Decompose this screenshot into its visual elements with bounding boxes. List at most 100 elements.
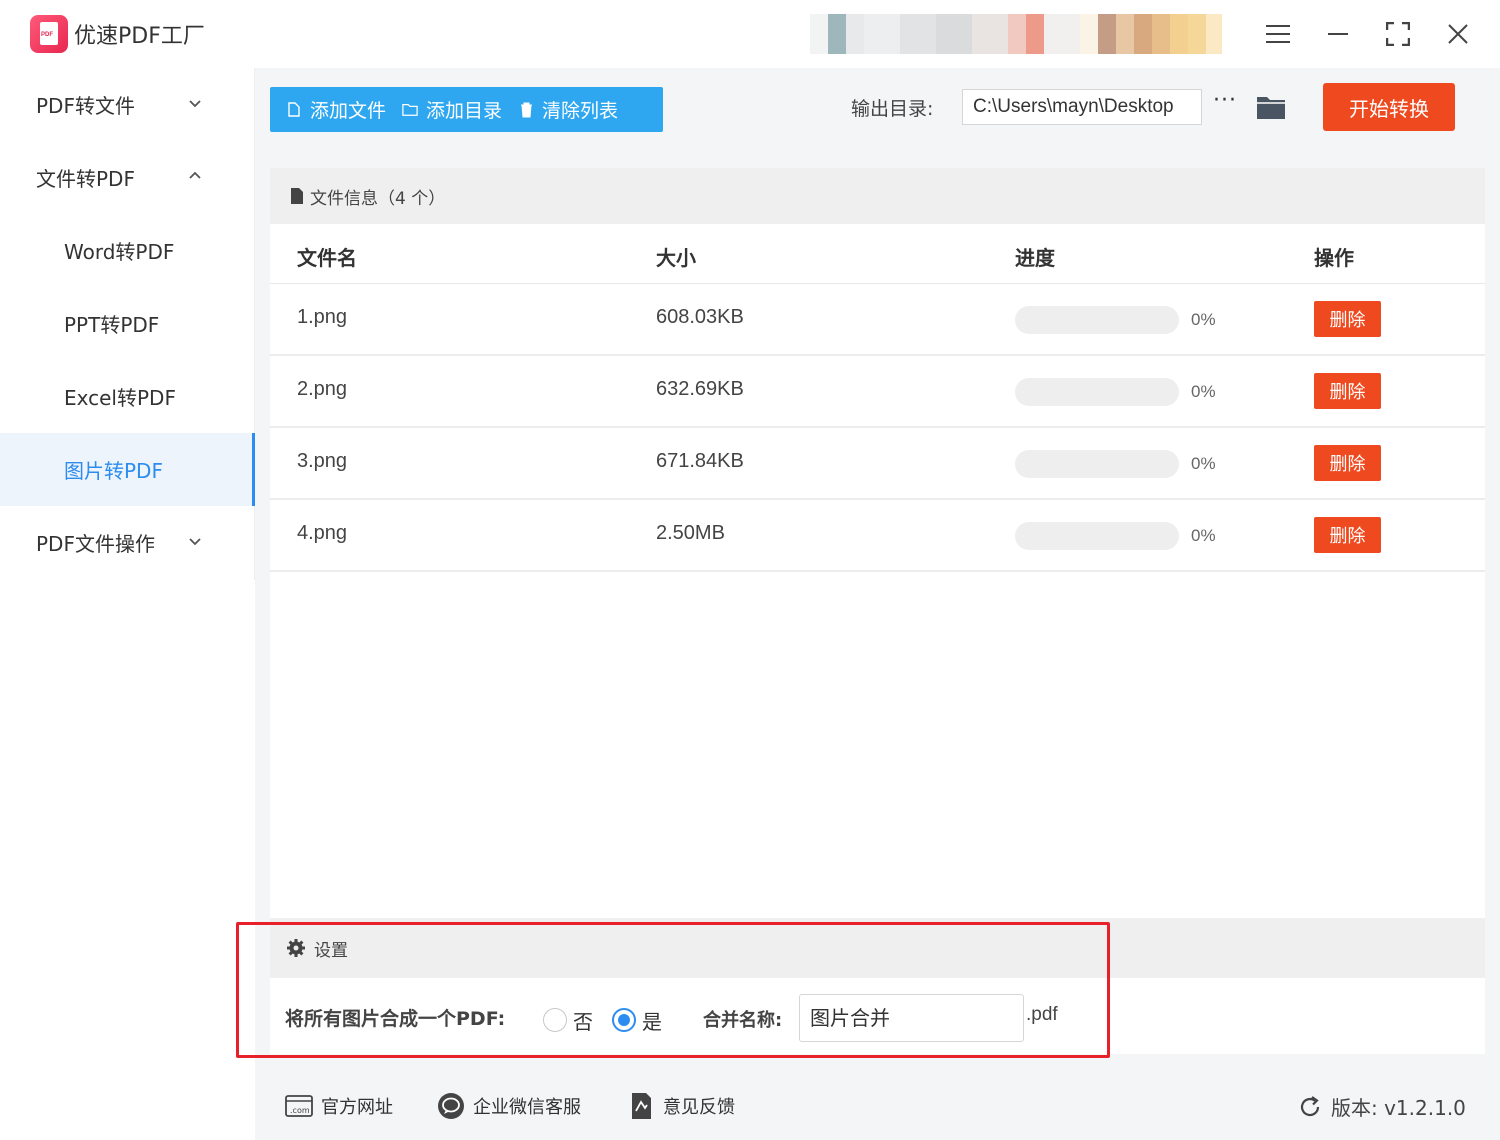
settings-panel: 设置 将所有图片合成一个PDF: 否 是 合并名称: 图片合并 .pdf bbox=[270, 918, 1485, 1054]
file-size: 671.84KB bbox=[656, 450, 744, 472]
folder-icon[interactable] bbox=[1256, 94, 1286, 120]
version-info[interactable]: 版本: v1.2.1.0 bbox=[1297, 1092, 1466, 1121]
sidebar-item-file-to-pdf[interactable]: 文件转PDF bbox=[0, 141, 255, 214]
wechat-support-link[interactable]: 企业微信客服 bbox=[437, 1092, 581, 1120]
progress-bar bbox=[1015, 450, 1179, 478]
footer: .com 官方网址 企业微信客服 意见反馈 版本: v1.2.1.0 bbox=[255, 1070, 1500, 1140]
document-icon bbox=[291, 188, 303, 204]
clear-list-button[interactable]: 清除列表 bbox=[502, 87, 618, 132]
more-options-button[interactable]: ··· bbox=[1213, 88, 1237, 113]
blurred-user-info bbox=[810, 14, 1245, 54]
add-file-button[interactable]: 添加文件 bbox=[270, 87, 386, 132]
merge-yes-radio[interactable] bbox=[612, 1008, 636, 1032]
merge-name-input[interactable]: 图片合并 bbox=[799, 994, 1024, 1042]
close-icon[interactable] bbox=[1438, 14, 1478, 54]
sidebar-item-label: 文件转PDF bbox=[36, 167, 135, 191]
output-dir-input[interactable]: C:\Users\mayn\Desktop bbox=[962, 89, 1202, 125]
sidebar-item-label: Word转PDF bbox=[64, 240, 175, 264]
file-icon bbox=[286, 102, 302, 118]
progress-bar bbox=[1015, 522, 1179, 550]
website-icon: .com bbox=[285, 1092, 313, 1120]
svg-text:.com: .com bbox=[290, 1106, 310, 1115]
chevron-up-icon bbox=[189, 171, 201, 179]
wechat-label: 企业微信客服 bbox=[473, 1097, 581, 1118]
file-info-header: 文件信息（4 个） bbox=[270, 168, 1485, 224]
sidebar-item-ppt-to-pdf[interactable]: PPT转PDF bbox=[0, 287, 255, 360]
sidebar-item-label: PDF文件操作 bbox=[36, 532, 155, 556]
progress-text: 0% bbox=[1191, 382, 1216, 401]
file-name: 1.png bbox=[297, 306, 348, 328]
app-logo-icon: PDF bbox=[30, 15, 68, 53]
chevron-down-icon bbox=[189, 100, 201, 108]
sidebar-item-label: Excel转PDF bbox=[64, 386, 176, 410]
folder-outline-icon bbox=[402, 102, 418, 118]
settings-header: 设置 bbox=[270, 918, 1485, 978]
sidebar: PDF转文件 文件转PDF Word转PDF PPT转PDF Excel转PDF… bbox=[0, 68, 255, 580]
table-row: 4.png 2.50MB 0% 删除 bbox=[270, 500, 1485, 572]
start-convert-button[interactable]: 开始转换 bbox=[1323, 83, 1455, 131]
table-row: 1.png 608.03KB 0% 删除 bbox=[270, 284, 1485, 356]
file-name: 3.png bbox=[297, 450, 348, 472]
website-link[interactable]: .com 官方网址 bbox=[285, 1092, 393, 1120]
table-row: 2.png 632.69KB 0% 删除 bbox=[270, 356, 1485, 428]
feedback-label: 意见反馈 bbox=[663, 1097, 735, 1118]
merge-yes-label[interactable]: 是 bbox=[642, 1006, 662, 1035]
gear-icon bbox=[287, 939, 305, 957]
delete-button[interactable]: 删除 bbox=[1314, 373, 1381, 409]
column-size: 大小 bbox=[656, 246, 696, 270]
file-button-group: 添加文件 添加目录 清除列表 bbox=[270, 87, 663, 132]
column-progress: 进度 bbox=[1015, 246, 1055, 270]
delete-button[interactable]: 删除 bbox=[1314, 445, 1381, 481]
refresh-icon bbox=[1300, 1095, 1320, 1116]
column-action: 操作 bbox=[1314, 246, 1354, 270]
toolbar: 添加文件 添加目录 清除列表 输出目录: C:\Users\mayn\Deskt… bbox=[255, 68, 1500, 152]
delete-button[interactable]: 删除 bbox=[1314, 301, 1381, 337]
progress-bar bbox=[1015, 378, 1179, 406]
progress-bar bbox=[1015, 306, 1179, 334]
settings-body: 将所有图片合成一个PDF: 否 是 合并名称: 图片合并 .pdf bbox=[270, 978, 1485, 1054]
feedback-link[interactable]: 意见反馈 bbox=[627, 1092, 735, 1120]
feedback-icon bbox=[627, 1092, 655, 1120]
file-info-title: 文件信息（4 个） bbox=[310, 188, 446, 209]
file-size: 2.50MB bbox=[656, 522, 725, 544]
wechat-icon bbox=[437, 1092, 465, 1120]
clear-list-label: 清除列表 bbox=[542, 100, 619, 122]
table-header: 文件名 大小 进度 操作 bbox=[270, 224, 1485, 284]
add-folder-label: 添加目录 bbox=[426, 100, 503, 122]
sidebar-item-image-to-pdf[interactable]: 图片转PDF bbox=[0, 433, 255, 506]
website-label: 官方网址 bbox=[321, 1097, 393, 1118]
merge-name-label: 合并名称: bbox=[703, 1010, 783, 1031]
file-list-panel: 文件信息（4 个） 文件名 大小 进度 操作 1.png 608.03KB 0%… bbox=[270, 168, 1485, 978]
file-name: 4.png bbox=[297, 522, 348, 544]
file-name: 2.png bbox=[297, 378, 348, 400]
add-folder-button[interactable]: 添加目录 bbox=[386, 87, 502, 132]
merge-no-label[interactable]: 否 bbox=[573, 1006, 593, 1035]
delete-button[interactable]: 删除 bbox=[1314, 517, 1381, 553]
sidebar-item-word-to-pdf[interactable]: Word转PDF bbox=[0, 214, 255, 287]
progress-text: 0% bbox=[1191, 454, 1216, 473]
merge-no-radio[interactable] bbox=[543, 1008, 567, 1032]
file-size: 632.69KB bbox=[656, 378, 744, 400]
main-area: 添加文件 添加目录 清除列表 输出目录: C:\Users\mayn\Deskt… bbox=[255, 68, 1500, 1140]
version-label: 版本: v1.2.1.0 bbox=[1331, 1096, 1466, 1120]
sidebar-item-pdf-to-file[interactable]: PDF转文件 bbox=[0, 68, 255, 141]
title-bar: PDF 优速PDF工厂 bbox=[0, 0, 1500, 68]
chevron-down-icon bbox=[189, 538, 201, 546]
maximize-icon[interactable] bbox=[1378, 14, 1418, 54]
progress-text: 0% bbox=[1191, 526, 1216, 545]
sidebar-item-pdf-operations[interactable]: PDF文件操作 bbox=[0, 506, 255, 579]
menu-icon[interactable] bbox=[1258, 14, 1298, 54]
app-title: 优速PDF工厂 bbox=[74, 24, 205, 49]
add-file-label: 添加文件 bbox=[310, 100, 387, 122]
sidebar-item-label: PDF转文件 bbox=[36, 94, 135, 118]
sidebar-item-label: PPT转PDF bbox=[64, 313, 160, 337]
progress-text: 0% bbox=[1191, 310, 1216, 329]
sidebar-empty-area bbox=[0, 580, 255, 1140]
sidebar-item-label: 图片转PDF bbox=[64, 459, 163, 483]
settings-title: 设置 bbox=[314, 940, 348, 961]
merge-all-label: 将所有图片合成一个PDF: bbox=[285, 1008, 506, 1030]
sidebar-item-excel-to-pdf[interactable]: Excel转PDF bbox=[0, 360, 255, 433]
file-size: 608.03KB bbox=[656, 306, 744, 328]
minimize-icon[interactable] bbox=[1318, 14, 1358, 54]
column-filename: 文件名 bbox=[297, 246, 357, 270]
